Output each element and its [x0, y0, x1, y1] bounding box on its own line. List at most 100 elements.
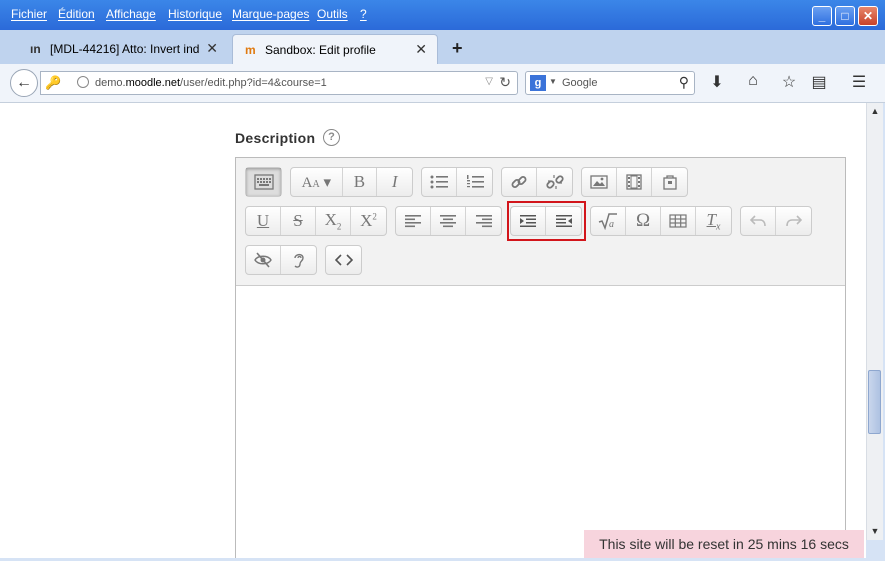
- files-icon: [662, 175, 677, 190]
- new-tab-button[interactable]: +: [452, 38, 463, 59]
- search-bar[interactable]: g ▼ Google ⚲: [525, 71, 695, 95]
- toolbar-toggle-button[interactable]: [246, 168, 281, 196]
- accessibility-checker-button[interactable]: [246, 246, 281, 274]
- search-input[interactable]: Google: [562, 77, 597, 89]
- underline-button[interactable]: U: [246, 207, 281, 235]
- menu-marque-pages[interactable]: Marque-pages: [232, 7, 309, 21]
- close-window-button[interactable]: ✕: [858, 6, 878, 26]
- link-icon: [511, 176, 527, 188]
- align-center-icon: [440, 215, 456, 228]
- equation-icon: a: [598, 213, 617, 230]
- minimize-button[interactable]: _: [812, 6, 832, 26]
- menu-bar: Fichier Édition Affichage Historique Mar…: [0, 0, 885, 30]
- reload-icon[interactable]: ↻: [499, 74, 511, 91]
- italic-button[interactable]: I: [377, 168, 412, 196]
- unlink-button[interactable]: [537, 168, 572, 196]
- browser-window: Fichier Édition Affichage Historique Mar…: [0, 0, 885, 561]
- scroll-thumb[interactable]: [868, 370, 881, 434]
- align-center-button[interactable]: [431, 207, 466, 235]
- numbered-list-icon: [466, 175, 484, 188]
- undo-icon: [750, 215, 766, 227]
- toolbar-group-lists: [421, 167, 493, 197]
- search-icon[interactable]: ⚲: [679, 74, 689, 91]
- tab-mdl-44216[interactable]: ın [MDL-44216] Atto: Invert ind... ✕: [18, 34, 228, 64]
- close-tab-icon[interactable]: ✕: [206, 40, 218, 57]
- strikethrough-icon: S: [293, 211, 303, 230]
- undo-button[interactable]: [741, 207, 776, 235]
- subscript-button[interactable]: X2: [316, 207, 351, 235]
- bookmarks-menu-icon[interactable]: ▤: [809, 72, 829, 92]
- keyboard-icon: [253, 174, 274, 190]
- clear-format-icon: Tx: [706, 209, 721, 233]
- toolbar-group-insert: a Ω Tx: [590, 206, 732, 236]
- table-button[interactable]: [661, 207, 696, 235]
- font-size-button[interactable]: AA ▾: [291, 168, 343, 196]
- page-scrollbar[interactable]: ▲ ▼: [866, 103, 883, 540]
- align-left-button[interactable]: [396, 207, 431, 235]
- bold-button[interactable]: B: [343, 168, 378, 196]
- ordered-list-button[interactable]: [457, 168, 492, 196]
- hamburger-menu-icon[interactable]: ☰: [849, 72, 869, 92]
- menu-historique[interactable]: Historique: [168, 7, 222, 21]
- close-tab-icon[interactable]: ✕: [415, 41, 427, 58]
- film-icon: [626, 174, 642, 190]
- media-button[interactable]: [617, 168, 652, 196]
- url-bar[interactable]: 🔑 demo.moodle.net/user/edit.php?id=4&cou…: [40, 71, 518, 95]
- special-character-button[interactable]: Ω: [626, 207, 661, 235]
- history-dropdown-icon[interactable]: ▽: [485, 76, 493, 87]
- superscript-icon: X2: [360, 211, 377, 230]
- reset-banner: This site will be reset in 25 mins 16 se…: [584, 530, 864, 558]
- menu-help[interactable]: ?: [360, 7, 367, 21]
- manage-files-button[interactable]: [652, 168, 687, 196]
- toolbar-group-align: [395, 206, 502, 236]
- bookmark-star-icon[interactable]: ☆: [779, 72, 799, 92]
- tab-label: Sandbox: Edit profile: [265, 43, 376, 57]
- tab-label: [MDL-44216] Atto: Invert ind...: [50, 42, 200, 56]
- toolbar-group-history: [740, 206, 812, 236]
- subscript-icon: X2: [324, 210, 342, 232]
- equation-button[interactable]: a: [591, 207, 626, 235]
- clear-formatting-button[interactable]: Tx: [696, 207, 731, 235]
- underline-icon: U: [256, 211, 270, 230]
- google-icon[interactable]: g: [530, 75, 546, 91]
- home-icon[interactable]: ⌂: [743, 72, 763, 90]
- html-source-button[interactable]: [326, 246, 361, 274]
- toolbar-group-links: [501, 167, 573, 197]
- close-icon: ✕: [862, 9, 874, 23]
- bold-icon: B: [353, 172, 366, 191]
- link-button[interactable]: [502, 168, 537, 196]
- strikethrough-button[interactable]: S: [281, 207, 316, 235]
- svg-text:a: a: [609, 219, 614, 230]
- editor-content-area[interactable]: [236, 286, 845, 558]
- align-right-button[interactable]: [466, 207, 501, 235]
- toolbar-group-format: U S X2 X2: [245, 206, 387, 236]
- eye-slash-icon: [254, 252, 272, 268]
- redo-button[interactable]: [776, 207, 811, 235]
- tab-bar: ın [MDL-44216] Atto: Invert ind... ✕ m S…: [0, 30, 885, 64]
- menu-affichage[interactable]: Affichage: [106, 7, 156, 21]
- scroll-down-arrow[interactable]: ▼: [867, 523, 883, 540]
- screenreader-helper-button[interactable]: [281, 246, 316, 274]
- menu-edition[interactable]: Édition: [58, 7, 95, 21]
- maximize-button[interactable]: □: [835, 6, 855, 26]
- download-icon[interactable]: ⬇: [707, 72, 727, 92]
- tab-edit-profile[interactable]: m Sandbox: Edit profile ✕: [232, 34, 438, 64]
- url-text: demo.moodle.net/user/edit.php?id=4&cours…: [95, 77, 327, 89]
- menu-fichier[interactable]: Fichier: [11, 7, 47, 21]
- superscript-button[interactable]: X2: [351, 207, 386, 235]
- scroll-up-arrow[interactable]: ▲: [867, 103, 883, 120]
- unordered-list-button[interactable]: [422, 168, 457, 196]
- image-button[interactable]: [582, 168, 617, 196]
- toolbar-group-html: [325, 245, 362, 275]
- plus-icon: +: [452, 38, 463, 58]
- search-engine-dropdown-icon[interactable]: ▼: [549, 77, 557, 86]
- arrow-left-icon: ←: [16, 74, 32, 91]
- toolbar-group-toggle: [245, 167, 282, 197]
- font-size-icon: AA ▾: [301, 174, 331, 191]
- key-icon[interactable]: 🔑: [45, 75, 61, 91]
- moodle-tracker-icon: ın: [30, 42, 41, 56]
- ear-icon: [293, 253, 304, 268]
- menu-outils[interactable]: Outils: [317, 7, 348, 21]
- help-icon[interactable]: ?: [323, 129, 340, 146]
- back-button[interactable]: ←: [10, 69, 38, 97]
